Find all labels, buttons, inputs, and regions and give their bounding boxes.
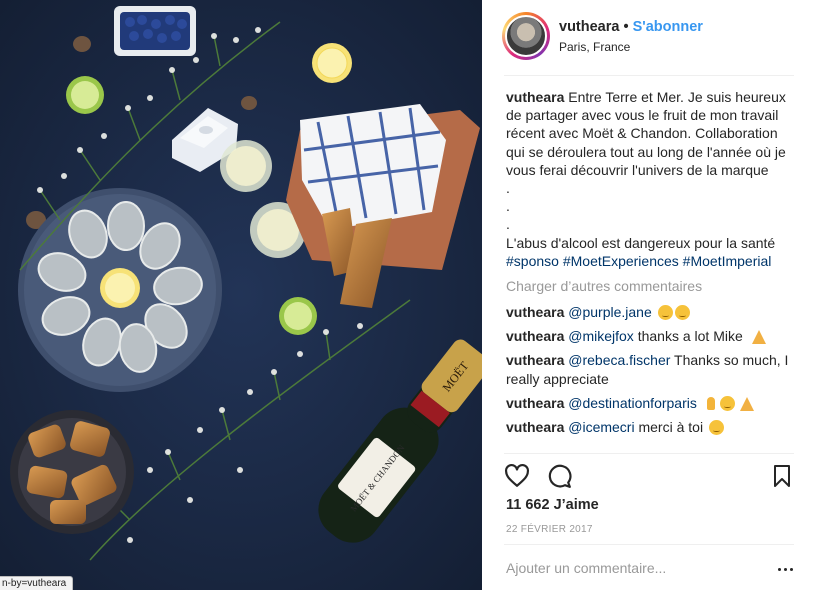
comment-button[interactable] bbox=[546, 463, 572, 489]
more-options-icon bbox=[790, 568, 793, 571]
comment-mention[interactable]: @mikejfox bbox=[568, 328, 634, 344]
bookmark-icon bbox=[774, 465, 790, 487]
post-side-panel: vutheara • S'abonner Paris, France vuthe… bbox=[482, 0, 820, 590]
comment-username[interactable]: vutheara bbox=[506, 419, 564, 435]
post-header: vutheara • S'abonner Paris, France bbox=[482, 0, 820, 76]
comment-mention[interactable]: @destinationforparis bbox=[568, 395, 697, 411]
smirk-emoji-icon bbox=[657, 305, 673, 321]
post-date[interactable]: 22 FÉVRIER 2017 bbox=[506, 524, 593, 535]
oyster-plate bbox=[18, 188, 222, 392]
add-comment-input[interactable] bbox=[506, 560, 746, 576]
comment-username[interactable]: vutheara bbox=[506, 395, 564, 411]
comment-text: merci à toi bbox=[638, 419, 704, 436]
load-more-comments-button[interactable]: Charger d’autres commentaires bbox=[506, 277, 798, 297]
comment-mention[interactable]: @icemecri bbox=[568, 419, 634, 435]
save-button[interactable] bbox=[770, 464, 794, 488]
comment-username[interactable]: vutheara bbox=[506, 304, 564, 320]
follow-button[interactable]: S'abonner bbox=[633, 19, 703, 35]
like-button[interactable] bbox=[504, 463, 530, 489]
photo-illustration: MOËT & CHANDON MOËT bbox=[0, 0, 482, 590]
comment-mention[interactable]: @rebeca.fischer bbox=[568, 352, 670, 368]
heart-icon bbox=[505, 463, 529, 487]
comment-username[interactable]: vutheara bbox=[506, 352, 564, 368]
caption-username[interactable]: vutheara bbox=[506, 89, 564, 105]
author-username[interactable]: vutheara bbox=[559, 19, 619, 35]
comment-item: vutheara @rebeca.fischer Thanks so much,… bbox=[506, 351, 798, 387]
comment-username[interactable]: vutheara bbox=[506, 328, 564, 344]
pray-emoji-icon bbox=[749, 329, 767, 345]
comment-item: vutheara @icemecri merci à toi bbox=[506, 418, 798, 436]
caption-dot: . bbox=[506, 198, 510, 215]
caption-disclaimer: L'abus d'alcool est dangereux pour la sa… bbox=[506, 234, 776, 251]
bread-basket bbox=[10, 410, 134, 534]
avatar-story-ring[interactable] bbox=[502, 12, 550, 60]
smirk-emoji-icon bbox=[719, 395, 735, 411]
comments-section: vutheara Entre Terre et Mer. Je suis heu… bbox=[506, 88, 798, 436]
hashtag-link[interactable]: #MoetImperial bbox=[683, 253, 772, 269]
blueberry-bowl bbox=[114, 6, 196, 56]
comment-mention[interactable]: @purple.jane bbox=[568, 304, 652, 320]
post-author: vutheara • S'abonner bbox=[559, 19, 703, 35]
smile-emoji-icon bbox=[674, 305, 690, 321]
comment-text: thanks a lot Mike bbox=[637, 328, 743, 345]
ok-hand-emoji-icon bbox=[703, 396, 718, 411]
post-photo[interactable]: MOËT & CHANDON MOËT n-by=vutheara bbox=[0, 0, 482, 590]
actions-divider bbox=[504, 453, 794, 454]
smirk-emoji-icon bbox=[708, 420, 724, 436]
pray-emoji-icon bbox=[737, 396, 755, 411]
more-options-button[interactable] bbox=[774, 562, 798, 576]
comment-item: vutheara @destinationforparis bbox=[506, 394, 798, 412]
post-location[interactable]: Paris, France bbox=[559, 40, 630, 54]
hashtag-link[interactable]: #sponso bbox=[506, 253, 559, 269]
separator-dot: • bbox=[623, 19, 629, 35]
avatar[interactable] bbox=[505, 15, 547, 57]
caption-hashtags: #sponso #MoetExperiences #MoetImperial bbox=[506, 252, 798, 270]
post-caption: vutheara Entre Terre et Mer. Je suis heu… bbox=[506, 88, 798, 270]
caption-dot: . bbox=[506, 216, 510, 233]
comment-item: vutheara @mikejfox thanks a lot Mike bbox=[506, 327, 798, 345]
caption-dot: . bbox=[506, 180, 510, 197]
more-options-icon bbox=[778, 568, 781, 571]
comment-item: vutheara @purple.jane bbox=[506, 303, 798, 321]
header-divider bbox=[504, 75, 794, 76]
comment-icon bbox=[548, 464, 572, 488]
likes-count[interactable]: 11 662 J’aime bbox=[506, 497, 599, 513]
hashtag-link[interactable]: #MoetExperiences bbox=[563, 253, 679, 269]
add-comment-divider bbox=[504, 544, 794, 545]
status-url: n-by=vutheara bbox=[0, 576, 74, 590]
more-options-icon bbox=[784, 568, 787, 571]
